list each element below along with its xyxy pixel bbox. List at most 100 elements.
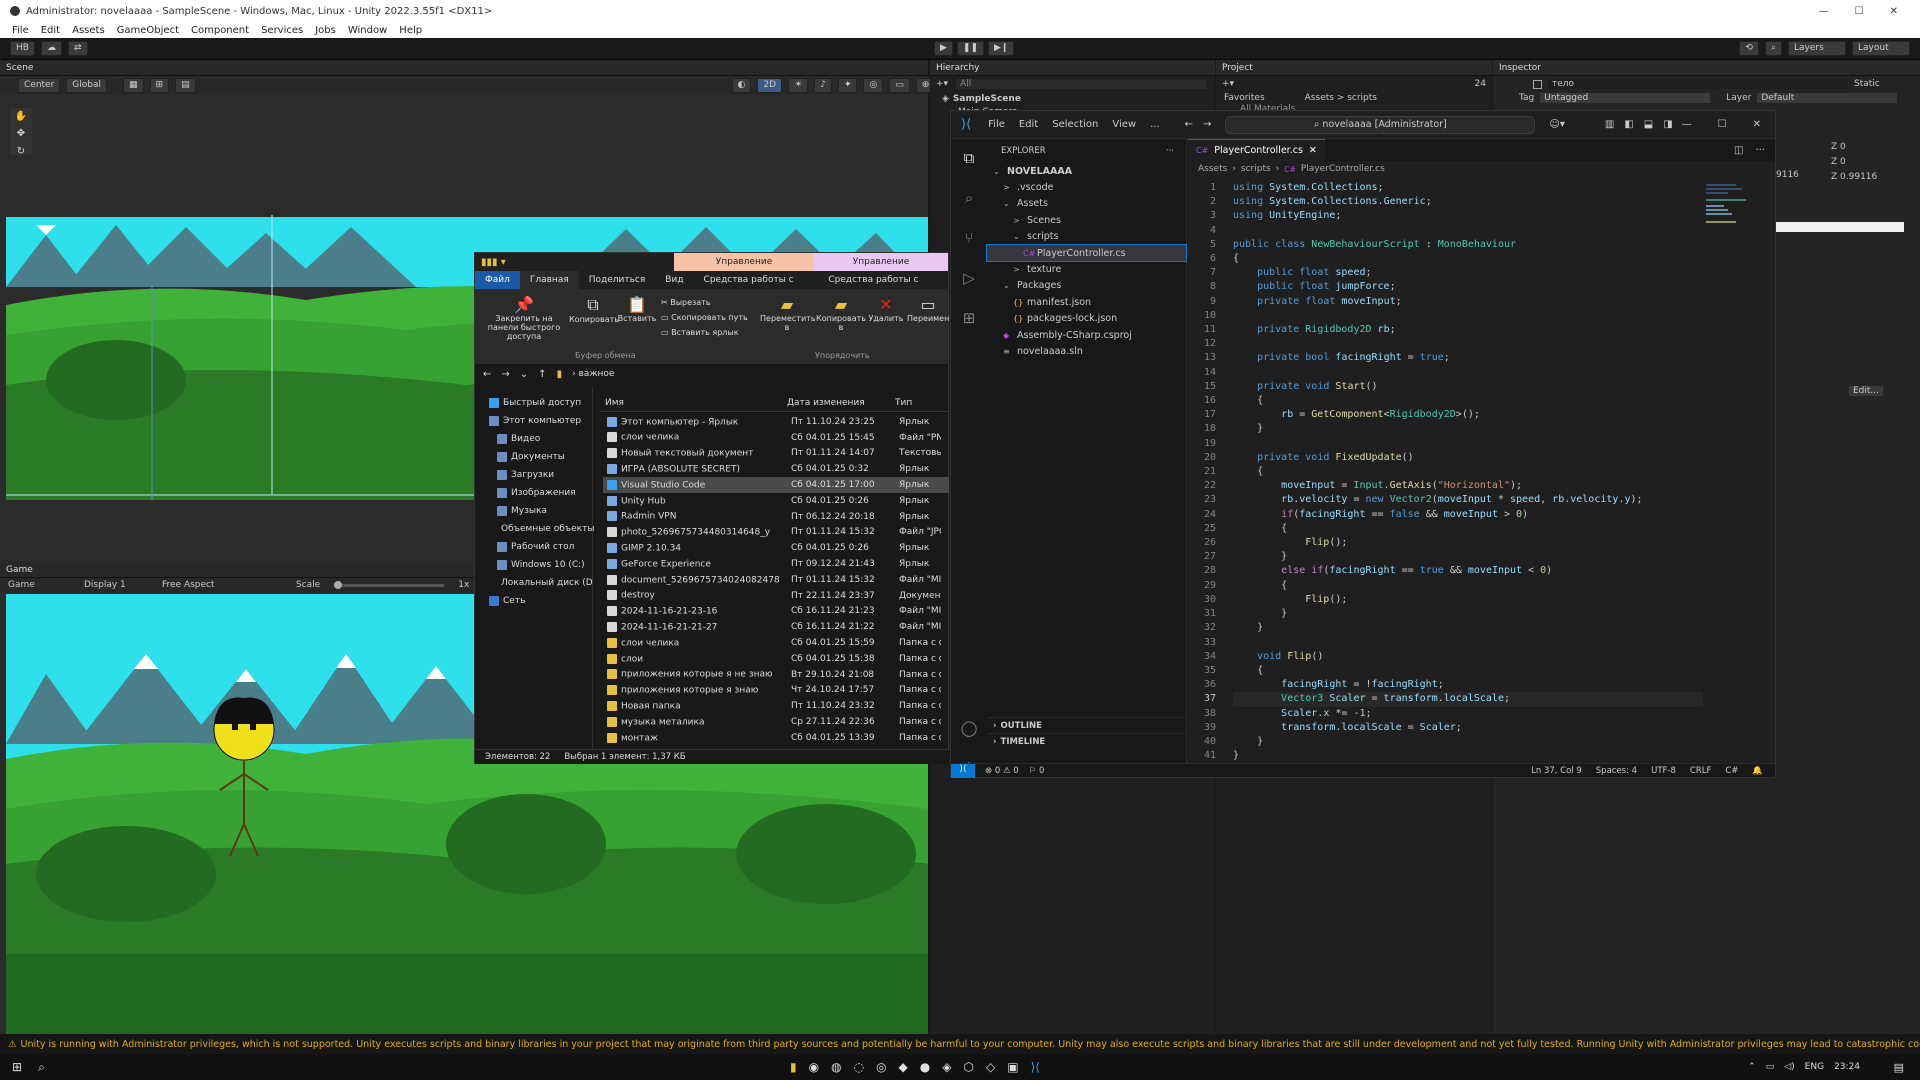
column-type[interactable]: Тип bbox=[887, 398, 912, 408]
toggle-panel-icon[interactable]: ⬓ bbox=[1644, 119, 1653, 130]
split-editor-icon[interactable]: ◫ bbox=[1734, 145, 1743, 156]
ribbon-tab-view[interactable]: Вид bbox=[655, 271, 693, 289]
code-line[interactable] bbox=[1233, 337, 1703, 351]
copilot-icon[interactable]: ☺▾ bbox=[1549, 119, 1564, 130]
aspect-dropdown[interactable]: Free Aspect bbox=[162, 580, 282, 590]
edit-collider-button[interactable]: Edit... bbox=[1849, 386, 1884, 396]
back-icon[interactable]: ← bbox=[483, 369, 491, 380]
code-line[interactable]: using System.Collections.Generic; bbox=[1233, 195, 1703, 209]
code-line[interactable]: transform.localScale = Scaler; bbox=[1233, 721, 1703, 735]
cloud-icon[interactable]: ☁ bbox=[40, 41, 62, 56]
breadcrumb-scripts[interactable]: scripts bbox=[1241, 164, 1271, 174]
code-line[interactable]: private bool facingRight = true; bbox=[1233, 351, 1703, 365]
tree-item[interactable]: ◆ Assembly-CSharp.csproj bbox=[987, 327, 1186, 343]
file-row[interactable]: музыка металика Ср 27.11.24 22:36 Папка с … bbox=[603, 714, 949, 730]
extensions-icon[interactable]: ⊞ bbox=[963, 309, 976, 327]
code-line[interactable]: { bbox=[1233, 465, 1703, 479]
code-line[interactable]: void Flip() bbox=[1233, 650, 1703, 664]
paste-shortcut-button[interactable]: ▭ Вставить ярлык bbox=[661, 325, 748, 340]
2d-toggle[interactable]: 2D bbox=[757, 77, 783, 93]
code-line[interactable]: using System.Collections; bbox=[1233, 181, 1703, 195]
pin-button[interactable]: 📌 Закрепить на панели быстрого доступа bbox=[479, 295, 569, 341]
grid-snap-icon[interactable]: ▦ bbox=[123, 77, 144, 93]
nav-item-6[interactable]: Музыка bbox=[475, 502, 592, 520]
code-line[interactable]: { bbox=[1233, 252, 1703, 266]
paste-button[interactable]: 📋 Вставить bbox=[617, 295, 657, 323]
outline-section[interactable]: › OUTLINE bbox=[987, 717, 1187, 733]
scale-y-value[interactable]: 9116 bbox=[1776, 170, 1799, 180]
file-row[interactable]: document_5269675734024082478 Пт 01.11.24 … bbox=[603, 572, 949, 588]
file-row[interactable]: Новая папка Пт 11.10.24 23:32 Папка с ф bbox=[603, 698, 949, 714]
address-path[interactable]: › важное bbox=[572, 369, 614, 379]
code-line[interactable]: Flip(); bbox=[1233, 593, 1703, 607]
taskbar-discord-icon[interactable]: ◍ bbox=[831, 1060, 841, 1074]
taskbar-app-icon[interactable]: ◆ bbox=[899, 1060, 908, 1074]
code-line[interactable] bbox=[1233, 437, 1703, 451]
run-debug-icon[interactable]: ▷ bbox=[963, 269, 975, 287]
vscode-menu-edit[interactable]: Edit bbox=[1012, 119, 1045, 130]
code-line[interactable] bbox=[1233, 636, 1703, 650]
file-row[interactable]: GeForce Experience Пт 09.12.24 21:43 Ярлык bbox=[603, 556, 949, 572]
problems-indicator[interactable]: ⊗ 0 ⚠ 0 bbox=[985, 766, 1019, 776]
language-mode[interactable]: C# bbox=[1725, 766, 1738, 776]
cut-button[interactable]: ✂ Вырезать bbox=[661, 295, 748, 310]
file-row[interactable]: Radmin VPN Пт 06.12.24 20:18 Ярлык bbox=[603, 509, 949, 525]
code-line[interactable] bbox=[1233, 366, 1703, 380]
code-line[interactable]: else if(facingRight == true && moveInput… bbox=[1233, 564, 1703, 578]
tree-item[interactable]: ⌄ Assets bbox=[987, 196, 1186, 212]
copy-button[interactable]: ⧉ Копировать bbox=[569, 295, 619, 324]
minimap[interactable] bbox=[1706, 181, 1754, 241]
nav-forward-icon[interactable]: → bbox=[1203, 119, 1211, 130]
search-icon[interactable]: ⌕ bbox=[965, 189, 973, 207]
column-date[interactable]: Дата изменения bbox=[779, 398, 887, 408]
remote-icon[interactable]: ⟩⟨ bbox=[951, 763, 975, 778]
notifications-icon[interactable]: 🔔 bbox=[1752, 766, 1763, 776]
code-line[interactable]: Flip(); bbox=[1233, 536, 1703, 550]
file-row[interactable]: слои челика Сб 04.01.25 15:45 Файл "PN bbox=[603, 430, 949, 446]
menu-file[interactable]: File bbox=[12, 25, 29, 36]
code-line[interactable]: facingRight = !facingRight; bbox=[1233, 678, 1703, 692]
indentation[interactable]: Spaces: 4 bbox=[1596, 766, 1637, 776]
menu-help[interactable]: Help bbox=[399, 25, 422, 36]
pivot-dropdown[interactable]: Center bbox=[18, 77, 61, 93]
tag-dropdown[interactable]: Untagged bbox=[1540, 93, 1711, 103]
account-icon[interactable]: ◯ bbox=[961, 719, 978, 737]
cursor-position[interactable]: Ln 37, Col 9 bbox=[1531, 766, 1582, 776]
taskbar-browser-icon[interactable]: ◉ bbox=[809, 1060, 819, 1074]
scene-tab[interactable]: Scene bbox=[6, 63, 33, 73]
code-line[interactable]: Scaler.x *= -1; bbox=[1233, 707, 1703, 721]
nav-item-8[interactable]: Рабочий стол bbox=[475, 538, 592, 556]
file-row[interactable]: слои Сб 04.01.25 15:38 Папка с ф bbox=[603, 651, 949, 667]
layout-dropdown[interactable]: Layout bbox=[1852, 41, 1910, 56]
minimize-button[interactable]: — bbox=[1819, 6, 1829, 17]
code-line[interactable]: { bbox=[1233, 522, 1703, 536]
space-dropdown[interactable]: Global bbox=[66, 77, 108, 93]
up-icon[interactable]: ↑ bbox=[538, 369, 546, 380]
file-row[interactable]: Новый текстовый документ Пт 01.11.24 14:0… bbox=[603, 446, 949, 462]
scale-z-value[interactable]: Z 0.99116 bbox=[1831, 170, 1877, 185]
nav-item-9[interactable]: Windows 10 (C:) bbox=[475, 556, 592, 574]
history-icon[interactable]: ⟲ bbox=[1739, 41, 1759, 56]
code-line[interactable] bbox=[1233, 309, 1703, 323]
code-line[interactable] bbox=[1233, 224, 1703, 238]
lighting-icon[interactable]: ☀ bbox=[788, 77, 809, 93]
play-button[interactable]: ▶ bbox=[934, 41, 953, 56]
object-name-field[interactable]: тело bbox=[1548, 79, 1848, 89]
file-row[interactable]: Unity Hub Сб 04.01.25 0:26 Ярлык bbox=[603, 493, 949, 509]
file-row[interactable]: приложения которые я не знаю Вт 29.10.24 … bbox=[603, 667, 949, 683]
volume-icon[interactable]: ◁) bbox=[1784, 1062, 1794, 1072]
code-line[interactable]: } bbox=[1233, 749, 1703, 761]
menu-gameobject[interactable]: GameObject bbox=[117, 25, 179, 36]
ports-indicator[interactable]: ⚐ 0 bbox=[1029, 766, 1045, 776]
pause-button[interactable]: ❚❚ bbox=[956, 41, 985, 56]
vscode-maximize-button[interactable]: ☐ bbox=[1718, 119, 1727, 130]
sprite-field[interactable] bbox=[1776, 222, 1904, 232]
file-row[interactable]: photo_5269675734480314648_y Пт 01.11.24 1… bbox=[603, 525, 949, 541]
tree-item[interactable]: ≡ novelaaaa.sln bbox=[987, 343, 1186, 359]
project-breadcrumb[interactable]: Assets > scripts bbox=[1305, 93, 1377, 103]
tree-item[interactable]: > texture bbox=[987, 261, 1186, 277]
ribbon-tab-shortcut-tools[interactable]: Средства работы с ярлыками bbox=[694, 271, 819, 303]
menu-assets[interactable]: Assets bbox=[72, 25, 105, 36]
code-line[interactable]: { bbox=[1233, 579, 1703, 593]
inspector-tab[interactable]: Inspector bbox=[1499, 63, 1541, 73]
